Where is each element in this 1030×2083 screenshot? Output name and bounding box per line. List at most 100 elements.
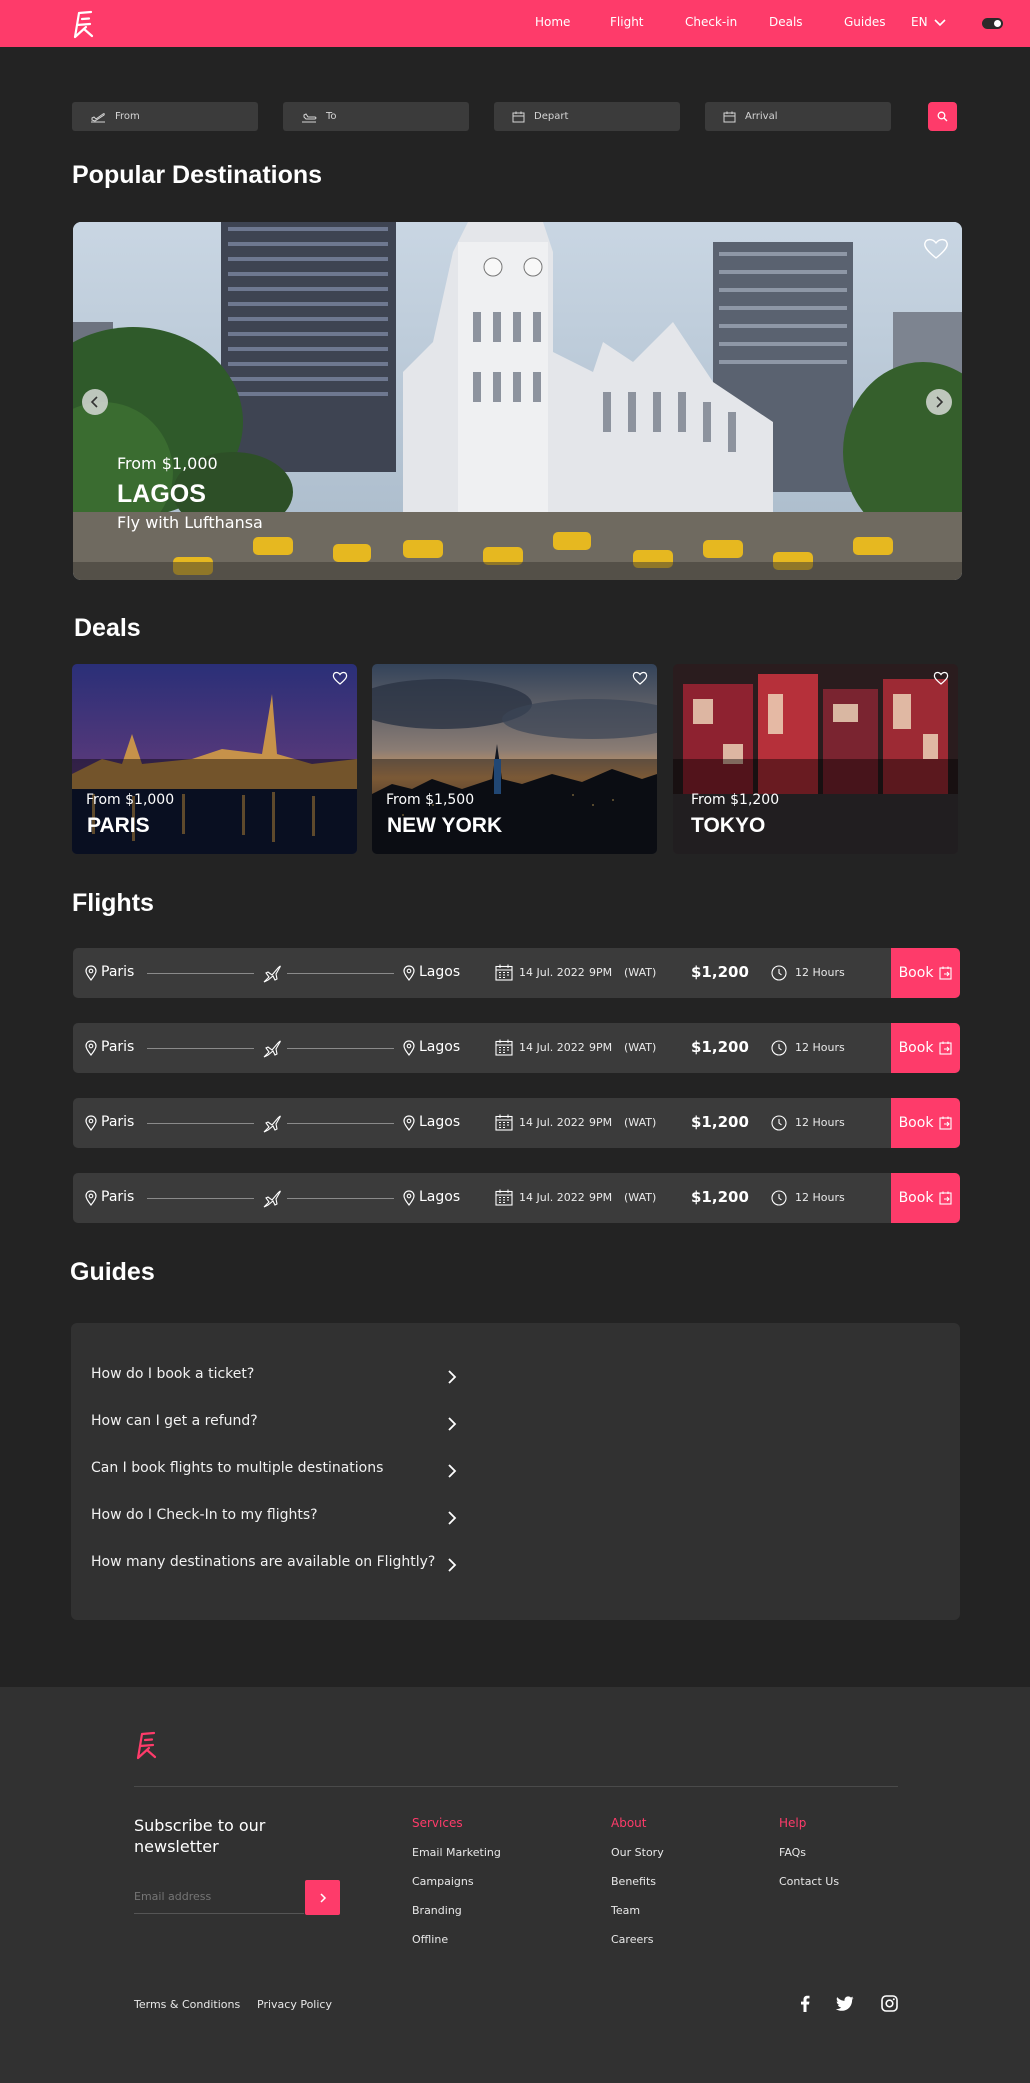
privacy-link[interactable]: Privacy Policy: [257, 1998, 332, 2011]
depart-label: Depart: [534, 111, 569, 122]
terms-link[interactable]: Terms & Conditions: [134, 1998, 240, 2011]
book-label: Book: [898, 1190, 934, 1206]
calendar-icon: [495, 964, 513, 981]
flight-timezone: (WAT): [624, 966, 657, 979]
deal-card-tokyo[interactable]: From $1,200 TOKYO: [673, 664, 958, 854]
clock-icon: [771, 965, 787, 981]
heart-icon[interactable]: [933, 671, 949, 685]
facebook-icon[interactable]: [800, 1995, 810, 2012]
calendar-icon: [512, 111, 525, 122]
email-input[interactable]: [134, 1880, 304, 1914]
plane-icon: [263, 965, 281, 983]
newsletter-submit-button[interactable]: [305, 1880, 340, 1915]
destination-carousel[interactable]: From $1,000 LAGOS Fly with Lufthansa: [73, 222, 962, 580]
nav-check-in[interactable]: Check-in: [685, 15, 737, 29]
guide-question[interactable]: Can I book flights to multiple destinati…: [91, 1460, 383, 1476]
heart-icon[interactable]: [332, 671, 348, 685]
newsletter-title-line1: Subscribe to our: [134, 1816, 266, 1835]
guide-question[interactable]: How many destinations are available on F…: [91, 1554, 435, 1570]
chevron-right-icon[interactable]: [446, 1557, 458, 1573]
chevron-right-icon: [319, 1892, 326, 1903]
plane-icon: [263, 1190, 281, 1208]
heart-icon[interactable]: [923, 237, 949, 261]
flight-date: 14 Jul. 2022: [519, 1116, 585, 1129]
location-pin-icon: [85, 965, 97, 981]
carousel-prev-button[interactable]: [82, 389, 108, 415]
nav-home[interactable]: Home: [535, 15, 570, 29]
twitter-icon[interactable]: [836, 1996, 854, 2011]
footer-link[interactable]: Our Story: [611, 1846, 664, 1859]
deal-city: PARIS: [87, 814, 150, 837]
guide-question[interactable]: How do I Check-In to my flights?: [91, 1507, 318, 1523]
route-line: [147, 1123, 254, 1124]
footer-heading-services: Services: [412, 1816, 463, 1830]
flightly-logo[interactable]: [70, 9, 96, 39]
deal-card-new-york[interactable]: From $1,500 NEW YORK: [372, 664, 657, 854]
flight-origin: Paris: [101, 964, 135, 980]
chevron-right-icon[interactable]: [446, 1369, 458, 1385]
footer-link[interactable]: FAQs: [779, 1846, 806, 1859]
booking-icon: [939, 1191, 952, 1205]
route-line: [287, 973, 394, 974]
flight-duration: 12 Hours: [795, 1191, 845, 1204]
flight-time: 9PM: [589, 1191, 613, 1204]
flight-origin: Paris: [101, 1039, 135, 1055]
language-selector[interactable]: EN: [911, 15, 947, 29]
chevron-right-icon[interactable]: [446, 1510, 458, 1526]
footer-link[interactable]: Branding: [412, 1904, 462, 1917]
route-line: [287, 1048, 394, 1049]
language-label: EN: [911, 15, 928, 29]
plane-icon: [263, 1040, 281, 1058]
footer-link[interactable]: Team: [611, 1904, 640, 1917]
deal-card-paris[interactable]: From $1,000 PARIS: [72, 664, 357, 854]
depart-field[interactable]: Depart: [494, 102, 680, 131]
deal-price: From $1,500: [386, 792, 475, 808]
flight-destination: Lagos: [419, 1039, 461, 1055]
guide-question[interactable]: How do I book a ticket?: [91, 1366, 254, 1382]
clock-icon: [771, 1115, 787, 1131]
guides-title: Guides: [70, 1258, 155, 1286]
deal-price: From $1,200: [691, 792, 780, 808]
flight-price: $1,200: [691, 1038, 749, 1056]
footer-link[interactable]: Contact Us: [779, 1875, 839, 1888]
guide-question[interactable]: How can I get a refund?: [91, 1413, 258, 1429]
popular-destinations-title: Popular Destinations: [72, 161, 323, 189]
footer-link[interactable]: Benefits: [611, 1875, 656, 1888]
book-button[interactable]: Book: [891, 1173, 960, 1223]
deals-title: Deals: [74, 614, 141, 642]
chevron-right-icon[interactable]: [446, 1416, 458, 1432]
flight-row: Paris Lagos 14 Jul. 2022 9PM (WAT) $1,200 12 H…: [73, 1173, 960, 1223]
slide-airline: Fly with Lufthansa: [117, 513, 263, 532]
newsletter-title: Subscribe to our newsletter: [134, 1815, 265, 1857]
booking-icon: [939, 1041, 952, 1055]
flight-destination: Lagos: [419, 1114, 461, 1130]
footer-link[interactable]: Campaigns: [412, 1875, 474, 1888]
nav-guides[interactable]: Guides: [844, 15, 886, 29]
nav-flight[interactable]: Flight: [610, 15, 644, 29]
book-button[interactable]: Book: [891, 1098, 960, 1148]
calendar-icon: [723, 111, 736, 122]
dark-mode-toggle[interactable]: [982, 18, 1003, 29]
flight-time: 9PM: [589, 1041, 613, 1054]
footer-logo[interactable]: [133, 1730, 159, 1760]
route-line: [287, 1123, 394, 1124]
footer-link[interactable]: Careers: [611, 1933, 654, 1946]
instagram-icon[interactable]: [881, 1995, 898, 2012]
chevron-right-icon[interactable]: [446, 1463, 458, 1479]
from-field[interactable]: From: [72, 102, 258, 131]
carousel-next-button[interactable]: [926, 389, 952, 415]
heart-icon[interactable]: [632, 671, 648, 685]
search-button[interactable]: [928, 102, 957, 131]
book-button[interactable]: Book: [891, 948, 960, 998]
to-field[interactable]: To: [283, 102, 469, 131]
footer-heading-help: Help: [779, 1816, 807, 1830]
arrival-field[interactable]: Arrival: [705, 102, 891, 131]
flight-row: Paris Lagos 14 Jul. 2022 9PM (WAT) $1,200 12 H…: [73, 1098, 960, 1148]
footer-link[interactable]: Offline: [412, 1933, 448, 1946]
location-pin-icon: [85, 1115, 97, 1131]
nav-deals[interactable]: Deals: [769, 15, 803, 29]
flight-date: 14 Jul. 2022: [519, 1191, 585, 1204]
footer-link[interactable]: Email Marketing: [412, 1846, 501, 1859]
flight-price: $1,200: [691, 1188, 749, 1206]
book-button[interactable]: Book: [891, 1023, 960, 1073]
